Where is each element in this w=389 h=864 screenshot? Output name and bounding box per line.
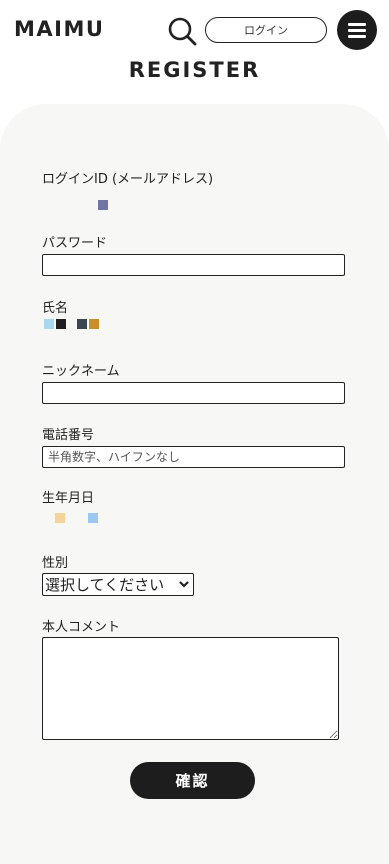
chevron-down-icon: [179, 581, 189, 588]
name-value-swatch: [77, 319, 87, 329]
register-form-panel: [0, 104, 389, 864]
name-value-swatch: [56, 319, 66, 329]
phone-label: 電話番号: [42, 428, 95, 443]
gender-select[interactable]: 選択してください: [42, 573, 194, 596]
site-header: MAIMU ログイン: [0, 0, 389, 62]
password-label: パスワード: [42, 236, 108, 251]
comment-label: 本人コメント: [42, 620, 121, 635]
birthdate-label: 生年月日: [42, 491, 95, 506]
password-field[interactable]: [42, 254, 345, 276]
hamburger-menu-button[interactable]: [337, 10, 377, 50]
login-id-value-placeholder: [98, 200, 108, 210]
name-label: 氏名: [42, 301, 69, 316]
search-button[interactable]: [166, 15, 198, 47]
site-logo[interactable]: MAIMU: [14, 17, 104, 41]
name-value-swatch: [44, 319, 54, 329]
birthdate-value-swatch: [55, 513, 65, 523]
phone-field[interactable]: [42, 446, 345, 468]
login-id-label: ログインID (メールアドレス): [42, 172, 214, 187]
login-button[interactable]: ログイン: [205, 17, 327, 43]
name-value-swatch: [89, 319, 99, 329]
page-title: REGISTER: [128, 58, 261, 82]
confirm-button[interactable]: 確認: [130, 762, 255, 799]
nickname-label: ニックネーム: [42, 364, 120, 379]
gender-label: 性別: [42, 556, 69, 571]
nickname-field[interactable]: [42, 382, 345, 404]
comment-textarea[interactable]: [42, 637, 339, 740]
birthdate-value-swatch: [88, 513, 98, 523]
gender-selected-value: 選択してください: [45, 576, 165, 594]
search-icon: [168, 17, 197, 46]
